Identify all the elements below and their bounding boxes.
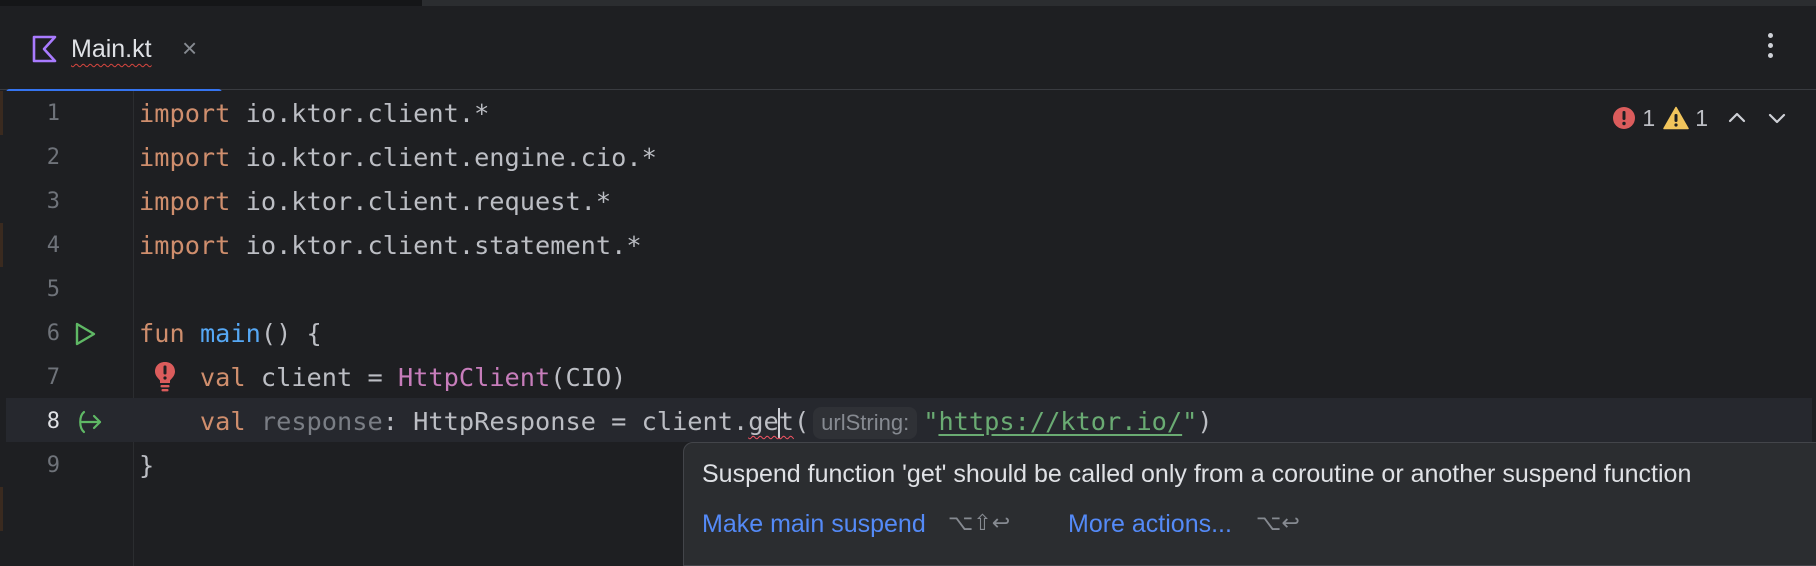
code-token: io.ktor.client.* [230, 99, 490, 128]
warning-count-label: 1 [1695, 104, 1708, 131]
code-line[interactable]: 8 val response: HttpResponse = client.ge… [0, 400, 1816, 444]
tab-main-kt[interactable]: Main.kt × [6, 6, 222, 96]
code-token: https://ktor.io/ [938, 407, 1183, 436]
code-token: ( [793, 407, 810, 436]
code-token: import [139, 99, 231, 128]
code-token: client = [245, 363, 398, 392]
more-options-icon[interactable] [1760, 28, 1780, 68]
code-text: import io.ktor.client.* [139, 92, 489, 136]
code-text: val client = HttpClient(CIO) [139, 356, 626, 400]
editor-tab-bar: Main.kt × [0, 6, 1816, 96]
gutter-change-marker [0, 487, 3, 531]
code-line[interactable]: 4 import io.ktor.client.statement.* [0, 224, 1816, 268]
parameter-hint: urlString: [813, 407, 918, 439]
code-text: import io.ktor.client.request.* [139, 180, 611, 224]
run-icon[interactable] [72, 321, 98, 347]
line-number: 8 [46, 409, 60, 434]
code-text: val response: HttpResponse = client.get(… [139, 400, 1213, 444]
close-icon[interactable]: × [182, 33, 197, 63]
line-number: 1 [46, 101, 60, 126]
tab-label: Main.kt [71, 35, 152, 63]
code-editor[interactable]: 1 import io.ktor.client.* 2 import io.ktor.… [0, 91, 1816, 566]
code-token: } [139, 451, 155, 480]
line-number: 6 [46, 321, 60, 346]
code-token: main [199, 319, 261, 348]
code-token: HttpClient [397, 363, 551, 392]
code-line[interactable]: 5 [0, 268, 1816, 312]
error-icon [1613, 107, 1636, 129]
code-token: t [778, 407, 794, 436]
code-line[interactable]: 1 import io.ktor.client.* [0, 92, 1816, 136]
line-number: 9 [46, 453, 60, 478]
warning-count[interactable]: 1 [1663, 105, 1708, 132]
make-main-suspend-action[interactable]: Make main suspend [702, 509, 926, 539]
code-line[interactable]: 7 val client = HttpClient(CIO) [0, 356, 1816, 400]
line-number: 2 [46, 145, 60, 170]
code-line[interactable]: 3 import io.ktor.client.request.* [0, 180, 1816, 224]
chevron-up-icon[interactable] [1726, 107, 1748, 129]
kotlin-file-icon [32, 35, 57, 63]
error-bulb-icon[interactable] [152, 360, 178, 394]
warning-icon [1663, 106, 1689, 130]
code-token: io.ktor.client.request.* [230, 187, 612, 216]
code-token: import [139, 231, 231, 260]
line-number: 5 [46, 277, 60, 302]
code-line[interactable]: 2 import io.ktor.client.engine.cio.* [0, 136, 1816, 180]
line-number: 3 [46, 189, 60, 214]
chevron-down-icon[interactable] [1766, 107, 1788, 129]
line-number: 4 [46, 233, 60, 258]
code-token: io.ktor.client.engine.cio.* [230, 143, 657, 172]
code-token: val [199, 363, 246, 392]
code-text: import io.ktor.client.statement.* [139, 224, 642, 268]
error-count[interactable]: 1 [1612, 105, 1655, 132]
code-token: : HttpResponse = client. [382, 407, 749, 436]
make-main-suspend-shortcut: ⌥⇧↩ [948, 511, 1011, 536]
code-token: ge [748, 407, 779, 436]
code-token: () { [260, 319, 322, 348]
code-token: response [260, 407, 383, 436]
popup-message: Suspend function 'get' should be called … [702, 460, 1692, 488]
line-number: 7 [46, 365, 60, 390]
more-actions-link[interactable]: More actions... [1068, 509, 1232, 539]
error-count-label: 1 [1642, 104, 1656, 131]
code-token: import [139, 187, 231, 216]
quick-fix-popup: Suspend function 'get' should be called … [683, 442, 1816, 566]
code-token: fun [139, 319, 185, 348]
code-token: ) [1197, 407, 1213, 436]
code-token: (CIO) [550, 363, 627, 392]
code-text: fun main() { [139, 312, 322, 356]
code-token: io.ktor.client.statement.* [230, 231, 642, 260]
code-token: " [923, 407, 939, 436]
code-text: } [139, 444, 154, 488]
inspection-widget[interactable]: 1 1 [1612, 103, 1788, 133]
more-actions-shortcut: ⌥↩ [1256, 511, 1300, 536]
code-token: import [139, 143, 231, 172]
code-line[interactable]: 6 fun main() { [0, 312, 1816, 356]
code-token: " [1182, 407, 1198, 436]
code-token: val [199, 407, 246, 436]
code-text: import io.ktor.client.engine.cio.* [139, 136, 657, 180]
suspend-call-icon [79, 410, 102, 434]
